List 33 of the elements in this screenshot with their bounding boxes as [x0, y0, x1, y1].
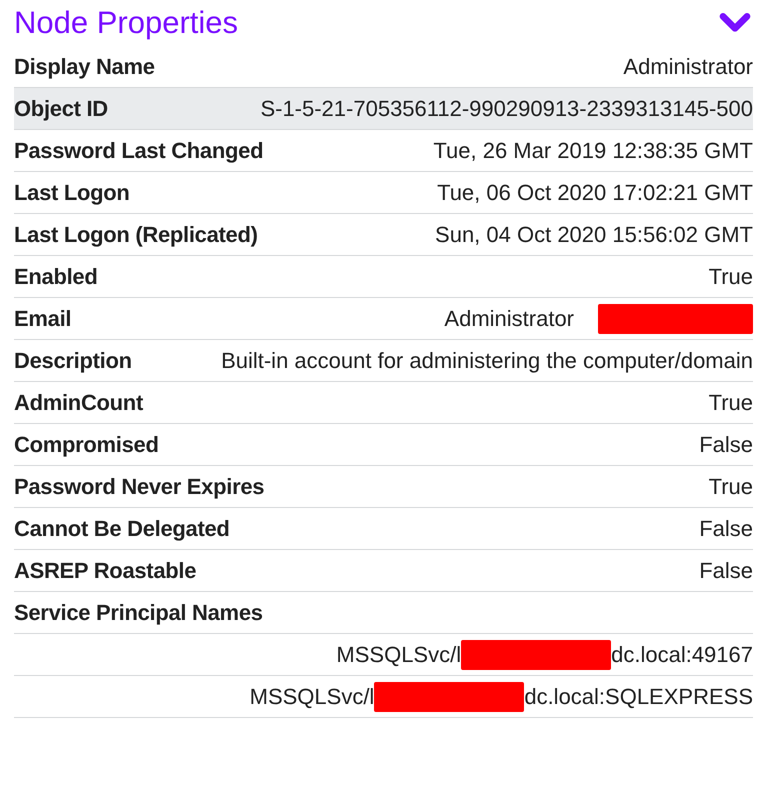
- property-value: MSSQLSvc/l: [336, 641, 462, 669]
- property-label: Service Principal Names: [14, 599, 263, 627]
- property-value: Administrator: [622, 53, 753, 81]
- property-label: Enabled: [14, 263, 98, 291]
- property-label: Object ID: [14, 95, 108, 123]
- property-value: dc.local:49167: [611, 641, 753, 669]
- property-label: Last Logon (Replicated): [14, 221, 258, 249]
- property-value: Tue, 26 Mar 2019 12:38:35 GMT: [432, 137, 753, 165]
- property-label: Password Last Changed: [14, 137, 264, 165]
- property-value: True: [708, 473, 753, 501]
- property-label: Compromised: [14, 431, 159, 459]
- property-value: Tue, 06 Oct 2020 17:02:21 GMT: [436, 179, 753, 207]
- property-value: S-1-5-21-705356112-990290913-2339313145-500: [259, 95, 753, 123]
- property-label: Cannot Be Delegated: [14, 515, 230, 543]
- chevron-icon[interactable]: [719, 12, 751, 34]
- property-label: Display Name: [14, 53, 155, 81]
- property-label: Description: [14, 347, 132, 375]
- property-value: True: [708, 263, 753, 291]
- property-value: Administrator: [443, 305, 574, 333]
- property-label: Last Logon: [14, 179, 130, 207]
- property-value: True: [708, 389, 753, 417]
- property-value: Sun, 04 Oct 2020 15:56:02 GMT: [434, 221, 753, 249]
- property-value: MSSQLSvc/l: [250, 683, 374, 711]
- property-value: False: [698, 557, 753, 585]
- panel-title: Node Properties: [14, 5, 238, 41]
- property-label: Password Never Expires: [14, 473, 264, 501]
- property-label: Email: [14, 305, 72, 333]
- property-value: False: [698, 431, 753, 459]
- property-value: dc.local:SQLEXPRESS: [524, 683, 753, 711]
- property-value: Built-in account for administering the computer/domain: [220, 347, 753, 375]
- property-label: AdminCount: [14, 389, 143, 417]
- property-label: ASREP Roastable: [14, 557, 196, 585]
- property-value: False: [698, 515, 753, 543]
